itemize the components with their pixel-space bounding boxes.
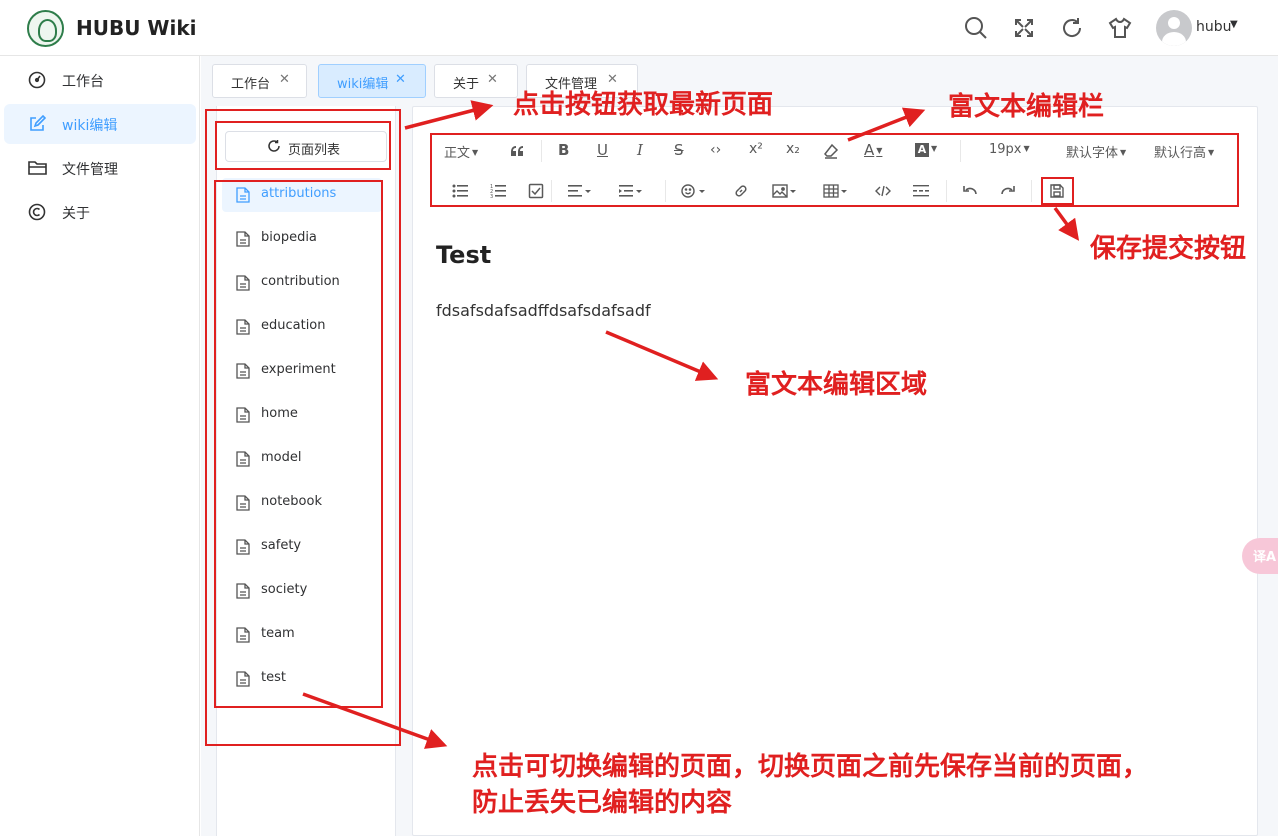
- annotation-switch-tip-line1: 点击可切换编辑的页面，切换页面之前先保存当前的页面，: [472, 752, 1149, 782]
- annotation-editor-tip: 富文本编辑区域: [745, 370, 928, 400]
- annotation-refresh-tip: 点击按钮获取最新页面: [513, 90, 774, 120]
- annotation-arrows: [302, 100, 1080, 749]
- annotation-toolbar-tip: 富文本编辑栏: [948, 92, 1105, 122]
- annotation-save-tip: 保存提交按钮: [1090, 234, 1247, 264]
- annotation-switch-tip-line2: 防止丢失已编辑的内容: [472, 788, 733, 818]
